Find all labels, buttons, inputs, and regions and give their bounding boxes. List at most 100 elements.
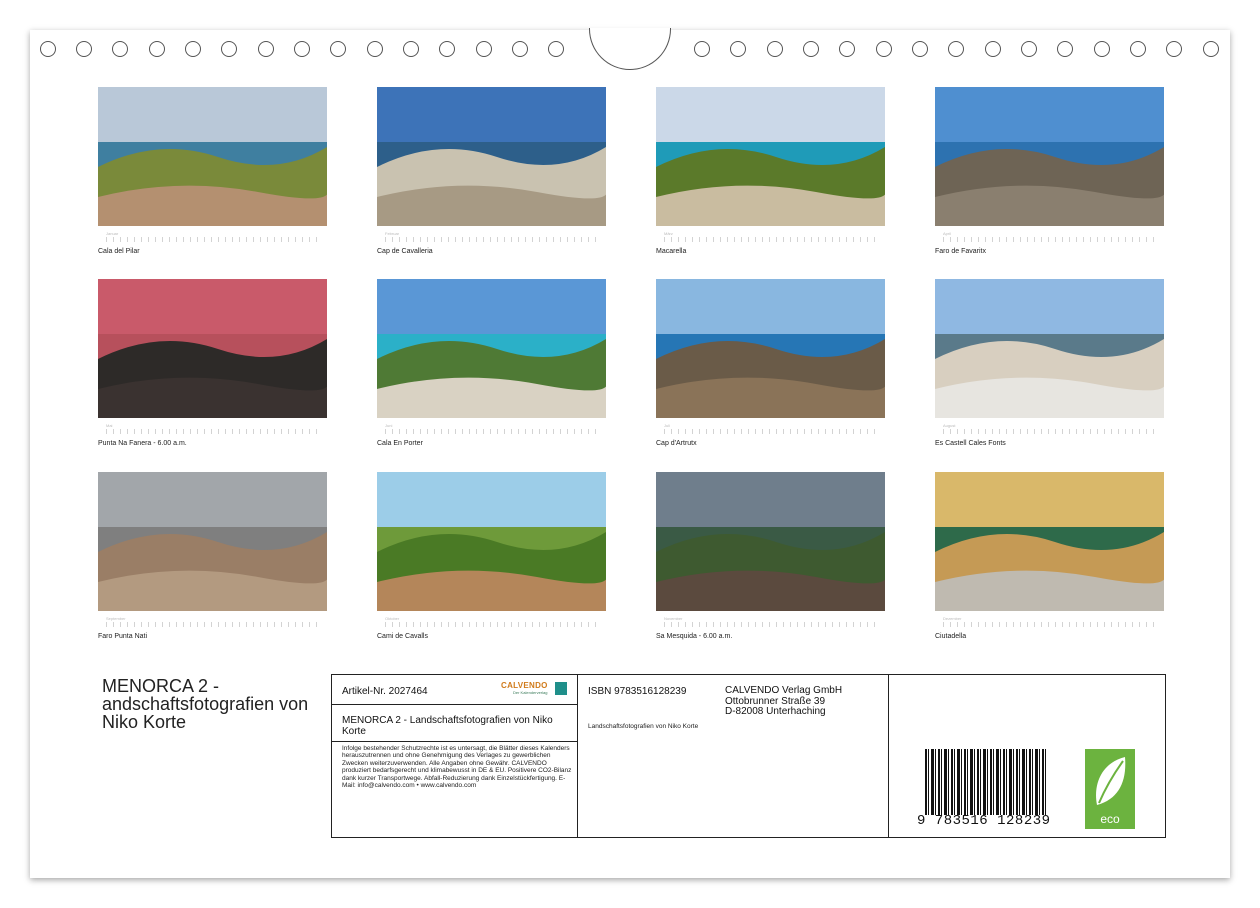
binding-hole	[476, 41, 492, 57]
calendarium: Februar	[377, 226, 606, 246]
calvendo-logo: CALVENDO Der Kalenderverlag	[501, 681, 567, 697]
binding-hole	[40, 41, 56, 57]
day-strip	[385, 429, 598, 434]
photo-caption: Cami de Cavalls	[377, 633, 428, 640]
binding-holes	[0, 0, 1260, 70]
calendarium: Mai	[98, 418, 327, 438]
binding-hole	[767, 41, 783, 57]
month-photo	[377, 472, 606, 611]
photo-caption: Faro Punta Nati	[98, 633, 148, 640]
book-title: MENORCA 2 - andschaftsfotografien von Ni…	[102, 676, 309, 732]
month-tile: Februar Cap de Cavalleria	[377, 87, 606, 255]
publisher-name: CALVENDO Verlag GmbH	[725, 685, 843, 696]
month-tile: Juni Cala En Porter	[377, 279, 606, 447]
month-tile: Mai Punta Na Fanera - 6.00 a.m.	[98, 279, 327, 447]
binding-hole	[367, 41, 383, 57]
binding-hole	[803, 41, 819, 57]
month-name: April	[943, 231, 952, 236]
eco-label: eco	[1100, 812, 1120, 826]
month-name: November	[664, 616, 683, 621]
photo-caption: Faro de Favaritx	[935, 248, 986, 255]
binding-hole	[1166, 41, 1182, 57]
month-photo	[98, 472, 327, 611]
month-photo	[98, 87, 327, 226]
binding-hole	[876, 41, 892, 57]
binding-hole	[403, 41, 419, 57]
divider	[332, 741, 577, 742]
month-tile: Januar Cala del Pilar	[98, 87, 327, 255]
binding-hole	[694, 41, 710, 57]
article-number: Artikel-Nr. 2027464	[342, 686, 428, 697]
calendarium: April	[935, 226, 1164, 246]
day-strip	[943, 622, 1156, 627]
month-photo	[935, 87, 1164, 226]
month-photo	[935, 279, 1164, 418]
logo-text: CALVENDO	[501, 681, 548, 690]
month-photo	[377, 87, 606, 226]
binding-hole	[948, 41, 964, 57]
day-strip	[664, 237, 877, 242]
month-tile: März Macarella	[656, 87, 885, 255]
isbn: ISBN 9783516128239	[588, 686, 687, 697]
binding-hole	[149, 41, 165, 57]
binding-hole	[1021, 41, 1037, 57]
month-photo	[377, 279, 606, 418]
subtitle: Landschaftsfotografien von Niko Korte	[588, 723, 699, 730]
binding-hole	[76, 41, 92, 57]
month-name: August	[943, 423, 956, 428]
calendarium: November	[656, 611, 885, 631]
month-tile: Dezember Ciutadella	[935, 472, 1164, 640]
photo-caption: Cap de Cavalleria	[377, 248, 433, 255]
binding-hole	[730, 41, 746, 57]
month-name: März	[664, 231, 673, 236]
binding-hole	[258, 41, 274, 57]
binding-hole	[912, 41, 928, 57]
photo-caption: Cap d'Artrutx	[656, 440, 697, 447]
leaf-icon	[1096, 757, 1126, 805]
calendarium: August	[935, 418, 1164, 438]
day-strip	[385, 622, 598, 627]
logo-mark-icon	[555, 682, 567, 695]
month-tile: September Faro Punta Nati	[98, 472, 327, 640]
calendarium: September	[98, 611, 327, 631]
info-box: Artikel-Nr. 2027464 CALVENDO Der Kalende…	[331, 674, 1166, 838]
divider	[332, 704, 577, 705]
day-strip	[664, 622, 877, 627]
month-tile: Juli Cap d'Artrutx	[656, 279, 885, 447]
month-tile: August Es Castell Cales Fonts	[935, 279, 1164, 447]
binding-hole	[112, 41, 128, 57]
binding-hole	[985, 41, 1001, 57]
calendarium: Juli	[656, 418, 885, 438]
photo-caption: Punta Na Fanera - 6.00 a.m.	[98, 440, 187, 447]
month-name: September	[106, 616, 126, 621]
calendarium: Januar	[98, 226, 327, 246]
day-strip	[943, 429, 1156, 434]
month-photo	[656, 279, 885, 418]
month-name: Januar	[106, 231, 119, 236]
month-photo	[656, 472, 885, 611]
binding-hole	[1203, 41, 1219, 57]
month-photo	[656, 87, 885, 226]
photo-caption: Cala En Porter	[377, 440, 423, 447]
barcode: 9 783516 128239	[917, 749, 1050, 829]
binding-hole	[330, 41, 346, 57]
photo-caption: Macarella	[656, 248, 687, 255]
photo-caption: Es Castell Cales Fonts	[935, 440, 1006, 447]
month-name: Juni	[385, 423, 393, 428]
binding-hole	[294, 41, 310, 57]
photo-caption: Ciutadella	[935, 633, 967, 640]
binding-hole	[512, 41, 528, 57]
binding-hole	[1057, 41, 1073, 57]
day-strip	[385, 237, 598, 242]
day-strip	[106, 429, 319, 434]
eco-badge: eco	[1085, 749, 1135, 829]
binding-hole	[439, 41, 455, 57]
calendarium: Juni	[377, 418, 606, 438]
binding-hole	[548, 41, 564, 57]
binding-hole	[1130, 41, 1146, 57]
month-name: Dezember	[943, 616, 962, 621]
photo-caption: Cala del Pilar	[98, 248, 140, 255]
month-photo	[98, 279, 327, 418]
day-strip	[943, 237, 1156, 242]
month-tile: April Faro de Favaritx	[935, 87, 1164, 255]
